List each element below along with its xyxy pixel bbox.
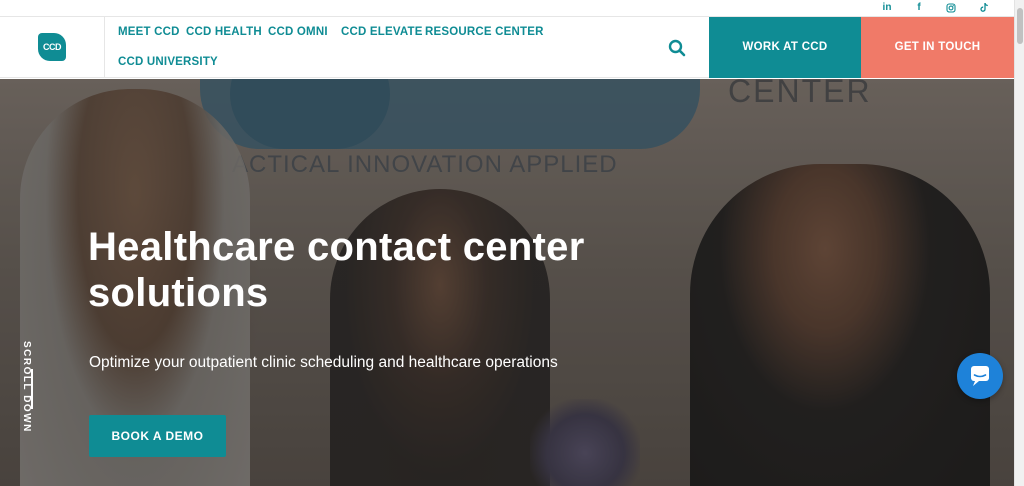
- site-header: CCD MEET CCD CCD HEALTH CCD OMNI CCD ELE…: [0, 17, 1014, 78]
- scroll-down-line: [31, 369, 33, 409]
- facebook-icon[interactable]: f: [911, 1, 927, 15]
- nav-item-meet-ccd[interactable]: MEET CCD: [118, 26, 180, 38]
- logo-container: CCD: [0, 17, 105, 78]
- hero-title: Healthcare contact center solutions: [88, 225, 585, 315]
- search-icon[interactable]: [666, 37, 688, 59]
- social-bar: in f: [0, 0, 1014, 17]
- hero-subtitle: Optimize your outpatient clinic scheduli…: [89, 354, 558, 371]
- nav-item-resource-center[interactable]: RESOURCE CENTER: [425, 26, 544, 38]
- nav-item-ccd-elevate[interactable]: CCD ELEVATE: [341, 26, 423, 38]
- tiktok-icon[interactable]: [976, 1, 992, 18]
- scrollbar-thumb[interactable]: [1017, 8, 1023, 44]
- linkedin-icon[interactable]: in: [879, 1, 895, 15]
- work-at-ccd-button[interactable]: WORK AT CCD: [709, 17, 861, 78]
- ccd-logo[interactable]: CCD: [38, 33, 66, 61]
- nav-item-ccd-omni[interactable]: CCD OMNI: [268, 26, 328, 38]
- book-a-demo-button[interactable]: BOOK A DEMO: [89, 415, 226, 457]
- chat-icon[interactable]: [957, 353, 1003, 399]
- browser-scrollbar[interactable]: [1014, 0, 1024, 486]
- nav-item-ccd-university[interactable]: CCD UNIVERSITY: [118, 56, 218, 68]
- hero-section: ACTICAL INNOVATION APPLIED CENTER Health…: [0, 79, 1014, 486]
- get-in-touch-button[interactable]: GET IN TOUCH: [861, 17, 1014, 78]
- nav-item-ccd-health[interactable]: CCD HEALTH: [186, 26, 262, 38]
- instagram-icon[interactable]: [943, 1, 959, 18]
